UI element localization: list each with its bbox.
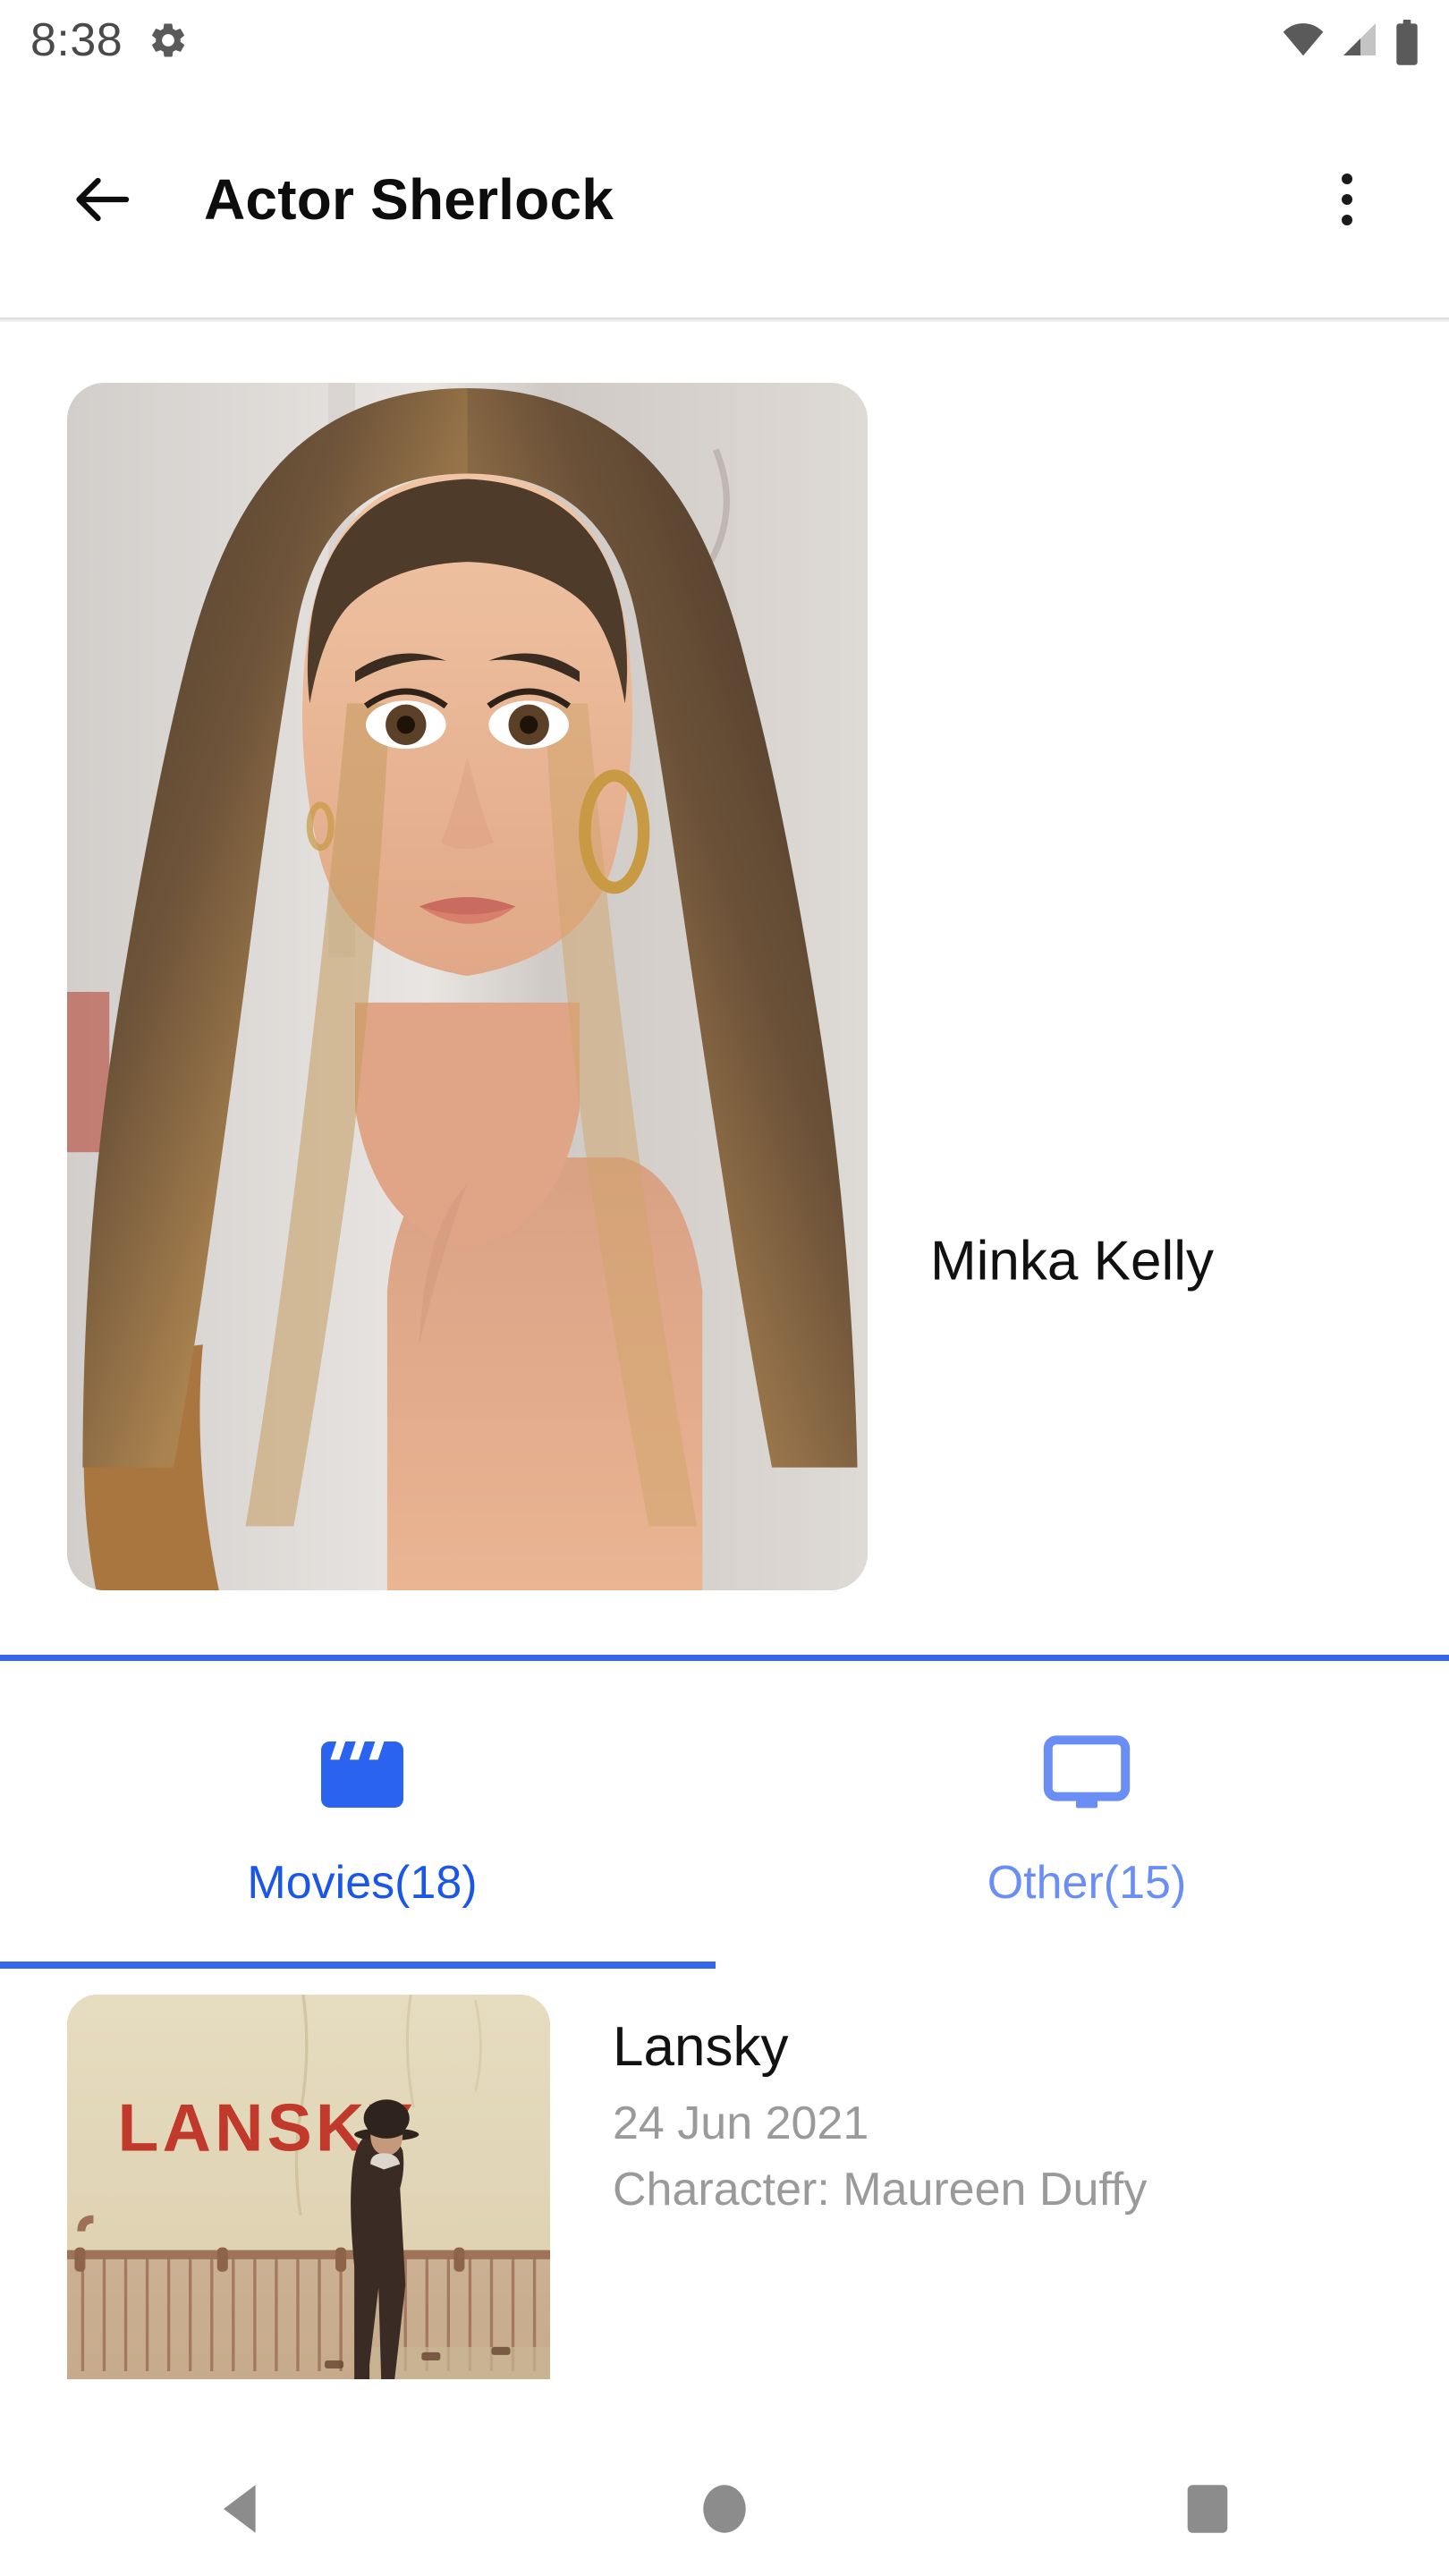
overflow-dot	[1342, 173, 1352, 184]
status-bar: 8:38	[0, 0, 1449, 80]
overflow-menu-icon[interactable]	[1315, 167, 1379, 232]
tab-bar: Movies(18) Other(15)	[0, 1661, 1449, 1965]
tv-monitor-icon	[1040, 1722, 1133, 1822]
movie-release-date: 24 Jun 2021	[613, 2097, 869, 2149]
section-divider	[0, 1655, 1449, 1661]
actor-profile-section: Minka Kelly	[0, 322, 1449, 1659]
battery-icon	[1395, 20, 1419, 65]
overflow-dot	[1342, 193, 1352, 205]
app-bar: Actor Sherlock	[0, 80, 1449, 318]
tab-other[interactable]: Other(15)	[724, 1661, 1449, 1965]
movie-poster[interactable]: LANSKY	[67, 1995, 550, 2379]
signal-icon	[1340, 20, 1379, 61]
status-bar-left: 8:38	[30, 17, 189, 64]
movie-clapperboard-icon	[316, 1722, 409, 1822]
tab-movies[interactable]: Movies(18)	[0, 1661, 724, 1965]
actor-name: Minka Kelly	[930, 1230, 1214, 1292]
nav-recents-icon[interactable]	[966, 2483, 1449, 2535]
overflow-dot	[1342, 214, 1352, 225]
tab-other-label: Other(15)	[987, 1857, 1187, 1909]
movie-character: Character: Maureen Duffy	[613, 2163, 1148, 2216]
nav-home-icon[interactable]	[483, 2483, 966, 2535]
app-screen: 8:38 Actor Sherlock Minka Kelly Movies(1…	[0, 0, 1449, 2576]
nav-back-icon[interactable]	[0, 2483, 483, 2535]
tab-selected-indicator	[0, 1962, 716, 1969]
status-time: 8:38	[30, 14, 123, 66]
gear-icon	[148, 20, 189, 61]
list-item[interactable]: LANSKY Lansky 24 Jun 2021 Character: Mau…	[0, 1995, 1449, 2379]
page-title: Actor Sherlock	[204, 166, 614, 232]
android-nav-bar	[0, 2442, 1449, 2576]
wifi-icon	[1283, 20, 1324, 61]
back-arrow-icon[interactable]	[70, 167, 134, 232]
actor-photo[interactable]	[67, 383, 868, 1590]
movie-title: Lansky	[613, 2016, 789, 2078]
movie-list: LANSKY Lansky 24 Jun 2021 Character: Mau…	[0, 1995, 1449, 2388]
status-bar-right	[1283, 20, 1419, 65]
tab-movies-label: Movies(18)	[247, 1857, 478, 1909]
movie-info: Lansky 24 Jun 2021 Character: Maureen Du…	[613, 1995, 1147, 2379]
